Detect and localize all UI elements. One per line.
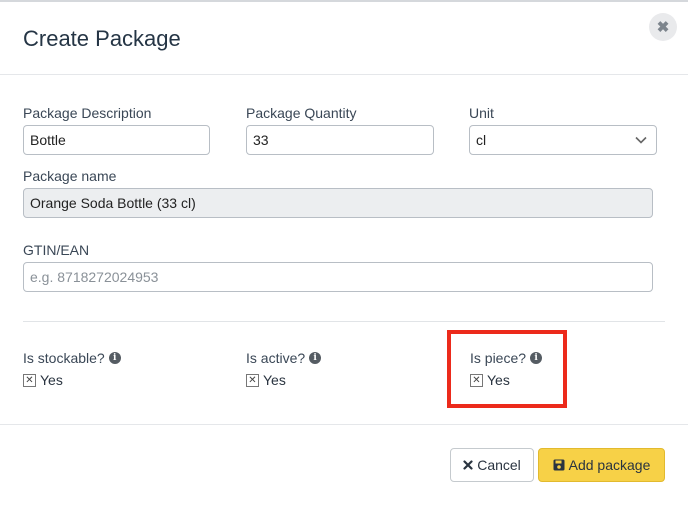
save-icon — [553, 459, 565, 471]
modal-title: Create Package — [23, 26, 181, 51]
active-checkbox[interactable]: ✕ — [246, 373, 259, 387]
active-option-label: Yes — [263, 372, 286, 388]
stockable-checkbox-row[interactable]: ✕ Yes — [23, 372, 63, 388]
stockable-label-group: Is stockable? i — [23, 350, 121, 366]
unit-label: Unit — [469, 105, 494, 121]
highlight-box — [447, 330, 567, 408]
form-divider — [23, 321, 665, 322]
close-icon: ✖ — [656, 19, 670, 36]
stockable-label: Is stockable? — [23, 350, 105, 366]
info-icon[interactable]: i — [309, 352, 322, 364]
add-package-button[interactable]: Add package — [538, 448, 665, 482]
package-name-field: Orange Soda Bottle (33 cl) — [23, 188, 653, 218]
close-button[interactable]: ✖ — [649, 13, 677, 41]
info-icon[interactable]: i — [108, 352, 121, 364]
stockable-checkbox[interactable]: ✕ — [23, 373, 36, 387]
add-package-button-label: Add package — [568, 457, 651, 473]
chevron-down-icon — [635, 136, 647, 144]
package-description-label: Package Description — [23, 105, 152, 121]
modal-header: Create Package ✖ — [0, 2, 688, 75]
cancel-button-label: Cancel — [477, 457, 521, 473]
gtin-input[interactable] — [23, 262, 653, 292]
unit-select[interactable]: cl — [469, 125, 657, 155]
package-quantity-input[interactable] — [246, 125, 434, 155]
stockable-option-label: Yes — [40, 372, 63, 388]
package-quantity-label: Package Quantity — [246, 105, 357, 121]
active-checkbox-row[interactable]: ✕ Yes — [246, 372, 286, 388]
unit-selected-value: cl — [476, 132, 487, 148]
cancel-button[interactable]: Cancel — [450, 448, 534, 482]
close-icon — [463, 460, 473, 470]
active-label: Is active? — [246, 350, 306, 366]
active-label-group: Is active? i — [246, 350, 322, 366]
package-description-input[interactable] — [23, 125, 210, 155]
gtin-label: GTIN/EAN — [23, 242, 90, 258]
package-name-label: Package name — [23, 168, 117, 184]
